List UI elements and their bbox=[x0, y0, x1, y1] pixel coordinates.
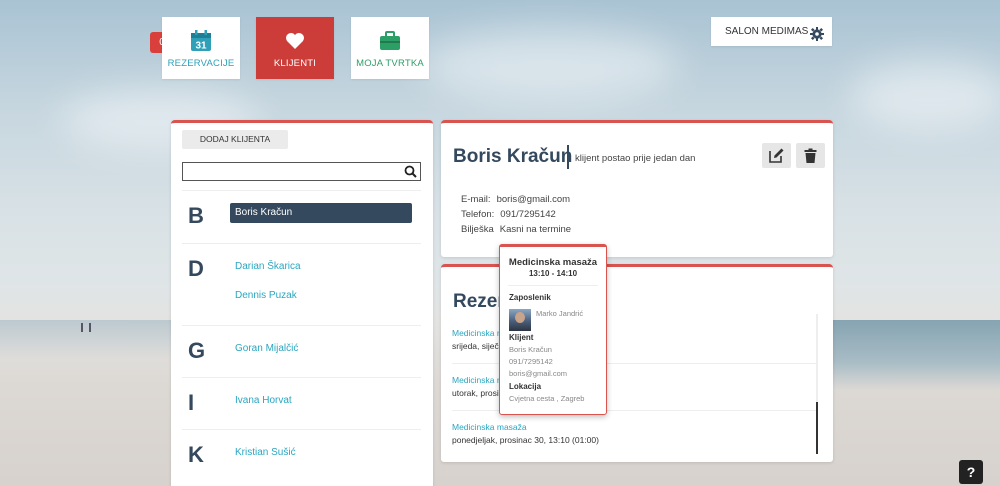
client-item[interactable]: Goran Mijalčić bbox=[235, 343, 298, 354]
popover-client-name: Boris Kračun bbox=[509, 345, 552, 354]
popover-title: Medicinska masaža bbox=[508, 257, 598, 268]
phone-value: 091/7295142 bbox=[500, 209, 556, 220]
popover-time: 13:10 - 14:10 bbox=[528, 269, 578, 278]
salon-settings-button[interactable]: SALON MEDIMAS bbox=[711, 17, 832, 46]
phone-label: Telefon: bbox=[461, 209, 495, 220]
client-item[interactable]: Boris Kračun bbox=[230, 203, 412, 223]
nav-company-label: MOJA TVRTKA bbox=[356, 58, 424, 69]
popover-divider bbox=[508, 285, 598, 286]
note-row: Bilješka Kasni na termine bbox=[461, 224, 571, 235]
note-label: Bilješka bbox=[461, 224, 494, 235]
search-box bbox=[182, 162, 421, 182]
client-item[interactable]: Darian Škarica bbox=[235, 261, 301, 272]
scrollbar-thumb[interactable] bbox=[816, 402, 818, 454]
location-value: Cvjetna cesta , Zagreb bbox=[509, 394, 585, 403]
add-client-button[interactable]: DODAJ KLIJENTA bbox=[182, 130, 288, 149]
client-item[interactable]: Kristian Sušić bbox=[235, 447, 296, 458]
background-cloud bbox=[850, 60, 1000, 130]
delete-button[interactable] bbox=[796, 143, 825, 168]
letter-group-b: B Boris Kračun bbox=[182, 190, 421, 243]
reservation-popover: Medicinska masaža 13:10 - 14:10 Zaposlen… bbox=[499, 244, 607, 415]
nav-reservations-label: REZERVACIJE bbox=[167, 58, 235, 69]
calendar-icon: 31 bbox=[190, 30, 212, 52]
edit-icon bbox=[769, 148, 784, 163]
location-label: Lokacija bbox=[509, 382, 542, 391]
briefcase-icon bbox=[379, 30, 401, 52]
phone-row: Telefon: 091/7295142 bbox=[461, 209, 556, 220]
gear-icon bbox=[810, 24, 824, 41]
client-label: Klijent bbox=[509, 333, 534, 342]
background-figure bbox=[89, 323, 91, 332]
letter-group-g: G Goran Mijalčić bbox=[182, 325, 421, 377]
client-name: Boris Kračun bbox=[453, 146, 573, 167]
group-letter: G bbox=[188, 338, 206, 363]
group-letter: I bbox=[188, 390, 195, 415]
group-letter: D bbox=[188, 256, 204, 281]
search-input[interactable] bbox=[183, 165, 398, 182]
background-figure bbox=[81, 323, 83, 332]
employee-avatar bbox=[509, 309, 531, 331]
background-cloud bbox=[420, 30, 680, 100]
reservation-service: Medicinska masaža bbox=[452, 422, 527, 432]
popover-client-email: boris@gmail.com bbox=[509, 369, 568, 378]
client-since: klijent postao prije jedan dan bbox=[575, 153, 696, 164]
email-value: boris@gmail.com bbox=[496, 194, 571, 205]
group-letter: K bbox=[188, 442, 204, 467]
edit-button[interactable] bbox=[762, 143, 791, 168]
popover-client-phone: 091/7295142 bbox=[509, 357, 553, 366]
employee-label: Zaposlenik bbox=[509, 293, 551, 302]
title-divider bbox=[567, 145, 569, 169]
nav-reservations[interactable]: 31 REZERVACIJE bbox=[162, 17, 240, 79]
nav-clients-label: KLIJENTI bbox=[273, 58, 317, 69]
calendar-day: 31 bbox=[195, 41, 207, 52]
letter-group-d: D Darian Škarica Dennis Puzak bbox=[182, 243, 421, 325]
nav-company[interactable]: MOJA TVRTKA bbox=[351, 17, 429, 79]
help-button[interactable]: ? bbox=[959, 460, 983, 484]
search-icon[interactable] bbox=[404, 165, 417, 178]
email-label: E-mail: bbox=[461, 194, 491, 205]
background-sea bbox=[820, 320, 1000, 390]
client-item[interactable]: Dennis Puzak bbox=[235, 290, 297, 301]
trash-icon bbox=[804, 148, 817, 163]
email-row: E-mail: boris@gmail.com bbox=[461, 194, 570, 205]
group-letter: B bbox=[188, 203, 204, 228]
client-item[interactable]: Ivana Horvat bbox=[235, 395, 292, 406]
nav-clients[interactable]: KLIJENTI bbox=[256, 17, 334, 79]
salon-label: SALON MEDIMAS bbox=[725, 26, 809, 37]
clients-panel: DODAJ KLIJENTA B Boris Kračun D Darian Š… bbox=[171, 120, 433, 486]
client-detail-panel: Boris Kračun klijent postao prije jedan … bbox=[441, 120, 833, 257]
heart-icon bbox=[284, 30, 306, 52]
letter-group-i: I Ivana Horvat bbox=[182, 377, 421, 429]
employee-name: Marko Jandrić bbox=[536, 309, 584, 318]
reservations-scrollbar[interactable] bbox=[816, 314, 818, 454]
letter-group-k: K Kristian Sušić bbox=[182, 429, 421, 486]
note-value: Kasni na termine bbox=[499, 224, 572, 235]
reservation-date: ponedjeljak, prosinac 30, 13:10 (01:00) bbox=[452, 435, 599, 445]
reservation-item[interactable]: Medicinska masaža ponedjeljak, prosinac … bbox=[452, 422, 817, 458]
